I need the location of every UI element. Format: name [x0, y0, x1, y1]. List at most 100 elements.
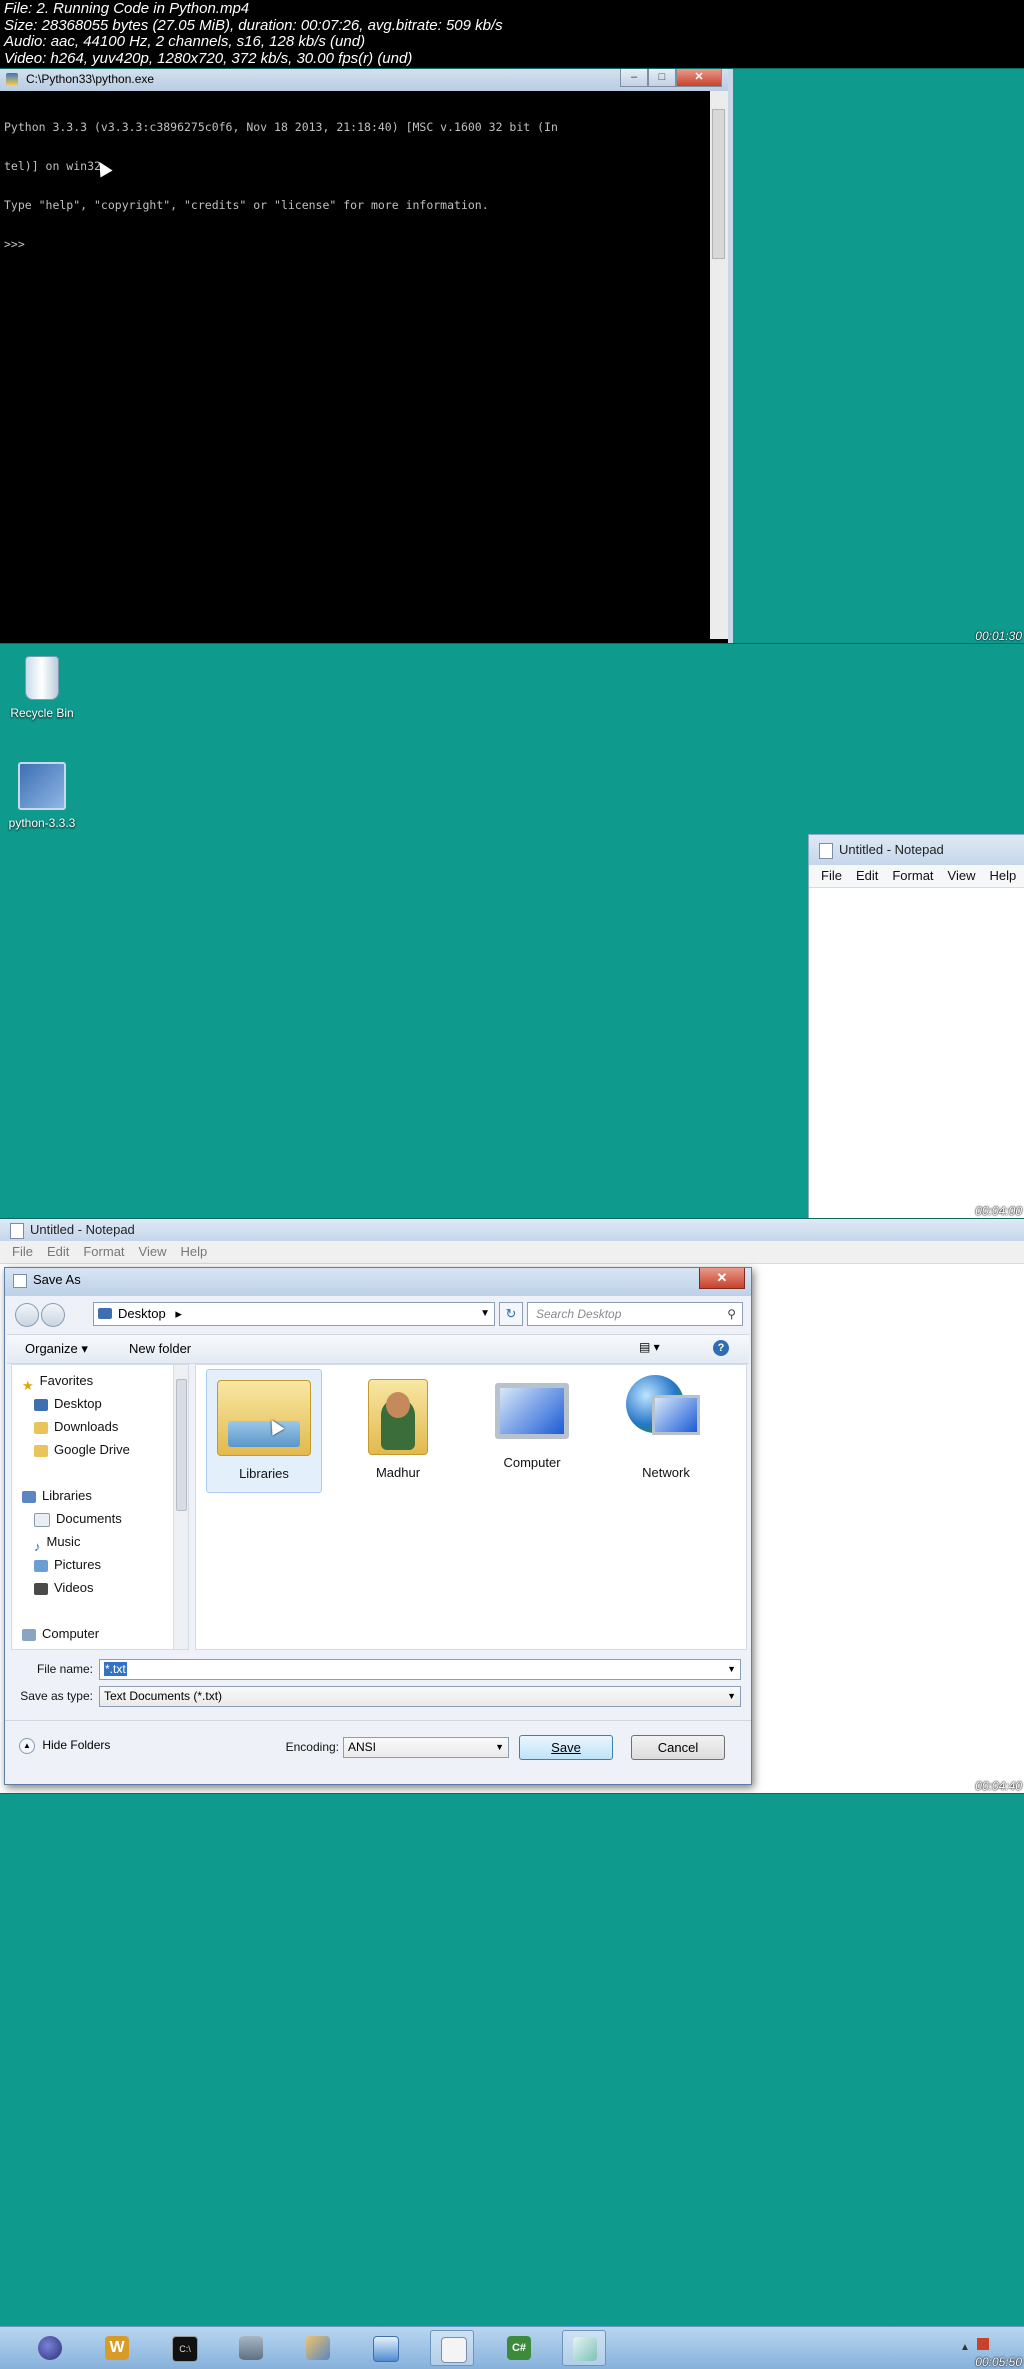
tile-label: Madhur	[375, 1465, 421, 1480]
encoding-dropdown-icon[interactable]: ▼	[495, 1738, 504, 1757]
close-button[interactable]: ✕	[676, 69, 722, 87]
search-input[interactable]: Search Desktop ⚲	[527, 1302, 743, 1326]
libraries-folder-icon	[217, 1380, 311, 1456]
nav-group-favorites[interactable]: ★ Favorites	[22, 1371, 93, 1393]
notepad-window[interactable]: Untitled - Notepad File Edit Format View…	[808, 834, 1024, 1218]
cmd-icon: C:\	[172, 2336, 198, 2362]
recycle-bin-label: Recycle Bin	[10, 706, 74, 720]
nav-scrollbar-thumb[interactable]	[176, 1379, 187, 1511]
notepad-menu-bar: File Edit Format View Help	[809, 865, 1024, 888]
file-name-dropdown-icon[interactable]: ▼	[727, 1660, 736, 1679]
hide-folders-label: Hide Folders	[42, 1738, 111, 1753]
system-tray[interactable]: ▲	[960, 2337, 994, 2357]
file-name-input[interactable]: *.txt ▼	[99, 1659, 741, 1680]
tray-arrow-icon[interactable]: ▲	[960, 2342, 970, 2353]
remote-desktop-icon	[373, 2336, 399, 2362]
hide-folders-button[interactable]: ▲ Hide Folders	[19, 1738, 110, 1754]
search-icon[interactable]: ⚲	[727, 1303, 736, 1325]
python-console-window[interactable]: C:\Python33\python.exe – □ ✕ Python 3.3.…	[0, 69, 733, 643]
menu-format[interactable]: Format	[892, 865, 933, 887]
network-tool-taskbar-button[interactable]	[296, 2330, 340, 2366]
save-label: Save	[551, 1740, 581, 1755]
remote-desktop-taskbar-button[interactable]	[363, 2330, 407, 2366]
breadcrumb-arrow-icon[interactable]: ▸	[175, 1306, 182, 1321]
nav-item-desktop[interactable]: Desktop	[34, 1394, 102, 1414]
dialog-toolbar: Organize ▾ New folder ▤ ▾ ?	[7, 1334, 749, 1364]
dialog-title-bar[interactable]: Save As ✕	[5, 1268, 751, 1296]
tile-label: Libraries	[239, 1466, 289, 1481]
cancel-button[interactable]: Cancel	[631, 1735, 725, 1760]
recycle-bin-desktop-icon[interactable]: Recycle Bin	[2, 656, 82, 720]
notepad-title-bar[interactable]: Untitled - Notepad	[0, 1219, 1024, 1241]
notepad-taskbar-button[interactable]	[430, 2330, 474, 2366]
nav-label: Google Drive	[54, 1442, 130, 1457]
nav-item-music[interactable]: ♪ Music	[34, 1532, 80, 1554]
notepad-icon	[819, 843, 833, 859]
notepad-text-area[interactable]	[809, 888, 1024, 1218]
save-type-select[interactable]: Text Documents (*.txt) ▼	[99, 1686, 741, 1707]
notepad-menu-bar: File Edit Format View Help	[0, 1241, 1024, 1264]
forward-button[interactable]	[41, 1303, 65, 1327]
tile-libraries[interactable]: Libraries	[206, 1369, 322, 1493]
network-icon	[608, 1369, 724, 1455]
save-as-dialog[interactable]: Save As ✕ Desktop ▸ ▼ ↻ Search Desktop ⚲…	[4, 1267, 752, 1785]
nav-item-videos[interactable]: Videos	[34, 1578, 94, 1598]
cmd-taskbar-button[interactable]: C:\	[162, 2330, 206, 2366]
tile-network[interactable]: Network	[608, 1369, 724, 1493]
menu-view[interactable]: View	[948, 865, 976, 887]
console-line: Python 3.3.3 (v3.3.3:c3896275c0f6, Nov 1…	[4, 120, 558, 134]
nav-group-computer[interactable]: Computer	[22, 1624, 99, 1644]
console-scrollbar[interactable]	[710, 91, 728, 639]
desktop-icon	[34, 1398, 48, 1411]
nav-group-libraries[interactable]: Libraries	[22, 1486, 92, 1506]
nav-scrollbar[interactable]	[173, 1365, 188, 1649]
menu-file[interactable]: File	[821, 865, 842, 887]
console-line: Type "help", "copyright", "credits" or "…	[4, 198, 489, 212]
console-title-bar[interactable]: C:\Python33\python.exe – □ ✕	[0, 69, 728, 91]
nav-item-documents[interactable]: Documents	[34, 1509, 122, 1529]
console-output[interactable]: Python 3.3.3 (v3.3.3:c3896275c0f6, Nov 1…	[4, 95, 558, 277]
address-dropdown-icon[interactable]: ▼	[480, 1303, 490, 1325]
new-folder-button[interactable]: New folder	[129, 1341, 191, 1356]
eclipse-taskbar-button[interactable]	[28, 2330, 72, 2366]
notepad-icon	[10, 1223, 24, 1239]
scrollbar-thumb[interactable]	[712, 109, 725, 259]
maximize-button[interactable]: □	[648, 69, 676, 87]
menu-edit[interactable]: Edit	[47, 1241, 69, 1263]
nav-item-downloads[interactable]: Downloads	[34, 1417, 118, 1437]
tile-madhur[interactable]: Madhur	[340, 1369, 456, 1493]
minimize-button[interactable]: –	[620, 69, 648, 87]
file-name-label: File name:	[36, 1662, 93, 1676]
encoding-select[interactable]: ANSI ▼	[343, 1737, 509, 1758]
csharp-taskbar-button[interactable]: C#	[497, 2330, 541, 2366]
nav-item-google-drive[interactable]: Google Drive	[34, 1440, 130, 1460]
database-taskbar-button[interactable]	[229, 2330, 273, 2366]
back-button[interactable]	[15, 1303, 39, 1327]
save-type-dropdown-icon[interactable]: ▼	[727, 1687, 736, 1706]
address-box[interactable]: Desktop ▸ ▼	[93, 1302, 495, 1326]
menu-help[interactable]: Help	[989, 865, 1016, 887]
menu-edit[interactable]: Edit	[856, 865, 878, 887]
refresh-icon[interactable]: ↻	[499, 1302, 523, 1326]
menu-view[interactable]: View	[139, 1241, 167, 1263]
database-icon	[239, 2336, 263, 2360]
app-taskbar-button[interactable]	[562, 2330, 606, 2366]
menu-format[interactable]: Format	[83, 1241, 124, 1263]
help-icon[interactable]: ?	[713, 1340, 729, 1356]
view-options-icon[interactable]: ▤ ▾	[639, 1340, 669, 1354]
dialog-close-button[interactable]: ✕	[699, 1268, 745, 1289]
tile-computer[interactable]: Computer	[474, 1369, 590, 1493]
tray-flag-icon[interactable]	[977, 2338, 990, 2350]
python-installer-desktop-icon[interactable]: python-3.3.3	[2, 762, 82, 830]
frame-timestamp: 00:01:30	[975, 629, 1022, 643]
notepad-title-bar[interactable]: Untitled - Notepad	[809, 835, 1024, 865]
tile-label: Network	[642, 1465, 690, 1480]
organize-button[interactable]: Organize ▾	[25, 1341, 88, 1357]
csharp-icon: C#	[507, 2336, 531, 2360]
nav-item-pictures[interactable]: Pictures	[34, 1555, 101, 1575]
navigation-pane: ★ Favorites Desktop Downloads Google Driv…	[11, 1364, 189, 1650]
word-taskbar-button[interactable]: W	[95, 2330, 139, 2366]
menu-file[interactable]: File	[12, 1241, 33, 1263]
save-button[interactable]: Save	[519, 1735, 613, 1760]
menu-help[interactable]: Help	[180, 1241, 207, 1263]
